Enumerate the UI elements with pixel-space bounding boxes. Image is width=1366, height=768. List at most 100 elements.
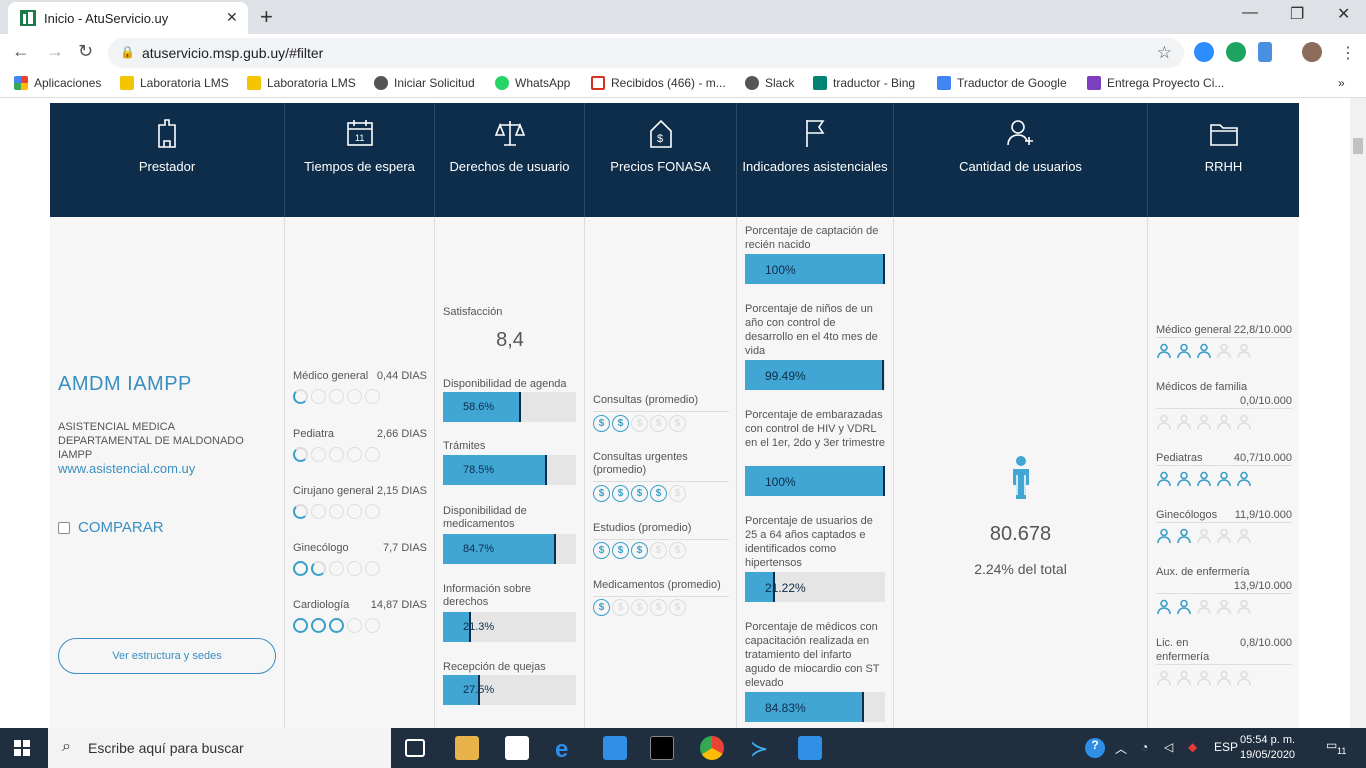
bookmark-entrega[interactable]: Entrega Proyecto Ci... [1087,76,1224,90]
clock-icon [311,561,326,576]
reload-icon[interactable]: ↻ [78,41,93,62]
green-extension-icon[interactable] [1226,42,1246,62]
browser-tab[interactable]: Inicio - AtuServicio.uy ✕ [8,2,248,34]
store-icon[interactable] [505,736,529,760]
bookmark-apps[interactable]: Aplicaciones [14,76,101,90]
header-indicadores[interactable]: Indicadores asistenciales [737,103,894,217]
windows-taskbar: ⌕ Escribe aquí para buscar e ≻ ? ︿ ◔ ◁ ◆… [0,728,1366,768]
clock-icon [329,504,344,519]
browser-menu-icon[interactable]: ⋮ [1340,43,1356,63]
rights-bar-value: 78.5% [463,464,495,476]
bookmark-slack[interactable]: Slack [745,76,794,90]
clock-rating [293,618,427,633]
compare-checkbox[interactable]: COMPARAR [58,519,164,536]
clock-rating [293,561,427,576]
notifications-icon[interactable]: ▭ [1326,738,1337,752]
page-scrollbar[interactable] [1350,98,1366,728]
back-icon[interactable]: ← [12,41,30,62]
help-icon[interactable]: ? [1085,738,1105,758]
clock-rating [293,447,427,462]
rrhh-value: 0,0/10.000 [1240,395,1292,407]
address-bar[interactable]: 🔒 atuservicio.msp.gub.uy/#filter ☆ [108,38,1184,68]
forward-icon[interactable]: → [46,41,64,62]
indicators-column: Porcentaje de captación de recién nacido… [737,217,894,728]
language-indicator[interactable]: ESP [1214,740,1238,754]
clock-icon [311,447,326,462]
person-icon [1156,414,1172,430]
provider-name[interactable]: AMDM IAMPP [58,373,192,396]
taskbar-search[interactable]: ⌕ Escribe aquí para buscar [48,728,391,768]
wait-row: Cardiología 14,87 DIAS [293,599,427,633]
system-clock[interactable]: 05:54 p. m. 19/05/2020 [1240,733,1295,763]
file-explorer-icon[interactable] [455,736,479,760]
coin-rating: $ $ $ $ $ [593,599,686,616]
zoom-extension-icon[interactable] [1194,42,1214,62]
laboratoria-icon [247,76,261,90]
header-derechos[interactable]: Derechos de usuario [435,103,585,217]
bookmarks-overflow[interactable]: » [1338,76,1345,90]
checkbox-box[interactable] [58,521,70,534]
volume-icon[interactable]: ◁ [1164,740,1173,754]
wifi-icon[interactable]: ◔ [1141,740,1148,754]
bookmark-gmail[interactable]: Recibidos (466) - m... [591,76,726,90]
header-usuarios[interactable]: Cantidad de usuarios [894,103,1148,217]
structure-button[interactable]: Ver estructura y sedes [58,638,276,674]
edge-icon[interactable]: e [555,736,579,763]
svg-text:11: 11 [355,133,364,143]
task-view-icon[interactable] [405,739,425,757]
chrome-icon[interactable] [700,736,724,760]
search-icon: ⌕ [62,738,71,755]
windows-start-icon[interactable] [14,740,30,756]
bookmark-star-icon[interactable]: ☆ [1157,43,1172,63]
rights-label: Disponibilidad de agenda [443,378,567,390]
vscode-icon[interactable] [798,736,822,760]
rrhh-label-row: Médico general 22,8/10.000 [1156,323,1292,338]
wait-row: Ginecólogo 7,7 DIAS [293,542,427,576]
person-icon [1176,599,1192,615]
clock-rating [293,389,427,404]
bookmark-bing[interactable]: traductor - Bing [813,76,915,90]
bookmark-iniciar-solicitud[interactable]: Iniciar Solicitud [374,76,475,90]
vscode-insiders-icon[interactable]: ≻ [750,736,774,761]
profile-avatar[interactable] [1302,42,1322,62]
coin-rating: $ $ $ $ $ [593,542,686,559]
header-fonasa[interactable]: $ Precios FONASA [585,103,737,217]
laboratoria-icon [120,76,134,90]
header-prestador[interactable]: Prestador [50,103,285,217]
bookmark-google-translate[interactable]: Traductor de Google [937,76,1067,90]
dollar-coin-icon: $ [650,415,667,432]
new-tab-button[interactable]: + [260,4,273,30]
scales-icon [494,121,525,146]
person-icon [1196,599,1212,615]
maximize-icon[interactable]: ❐ [1290,4,1304,24]
bookmark-whatsapp[interactable]: WhatsApp [495,76,570,90]
header-rrhh[interactable]: RRHH [1148,103,1299,217]
dropbox-icon[interactable]: ◆ [1188,740,1197,754]
users-column: 80.678 2.24% del total [894,217,1148,728]
minimize-icon[interactable]: — [1242,4,1258,22]
flag-icon [806,120,825,147]
bookmark-laboratoria-2[interactable]: Laboratoria LMS [247,76,356,90]
rights-bar: 58.6% [443,392,576,422]
bookmark-laboratoria-1[interactable]: Laboratoria LMS [120,76,229,90]
wait-value: 0,44 DIAS [376,370,427,382]
tray-chevron-icon[interactable]: ︿ [1115,740,1127,757]
rrhh-row: Médico general 22,8/10.000 [1156,323,1292,359]
scrollbar-thumb[interactable] [1353,138,1363,154]
notification-count: 11 [1337,746,1347,756]
whatsapp-icon [495,76,509,90]
wait-times-column: Médico general 0,44 DIAS Pediatra 2,66 DIAS… [285,217,435,728]
close-tab-icon[interactable]: ✕ [226,9,238,26]
provider-website-link[interactable]: www.asistencial.com.uy [58,461,195,476]
terminal-icon[interactable] [650,736,674,760]
header-tiempos[interactable]: 11 Tiempos de espera [285,103,435,217]
coin-rating: $ $ $ $ $ [593,485,686,502]
comparison-header: Prestador 11 Tiempos de espera Derechos … [50,103,1299,217]
clock-icon [329,618,344,633]
person-icon [1176,670,1192,686]
window-close-icon[interactable]: ✕ [1337,4,1350,24]
clock-icon [293,618,308,633]
pen-extension-icon[interactable] [1258,42,1272,62]
person-icon [1236,343,1252,359]
mail-icon[interactable] [603,736,627,760]
